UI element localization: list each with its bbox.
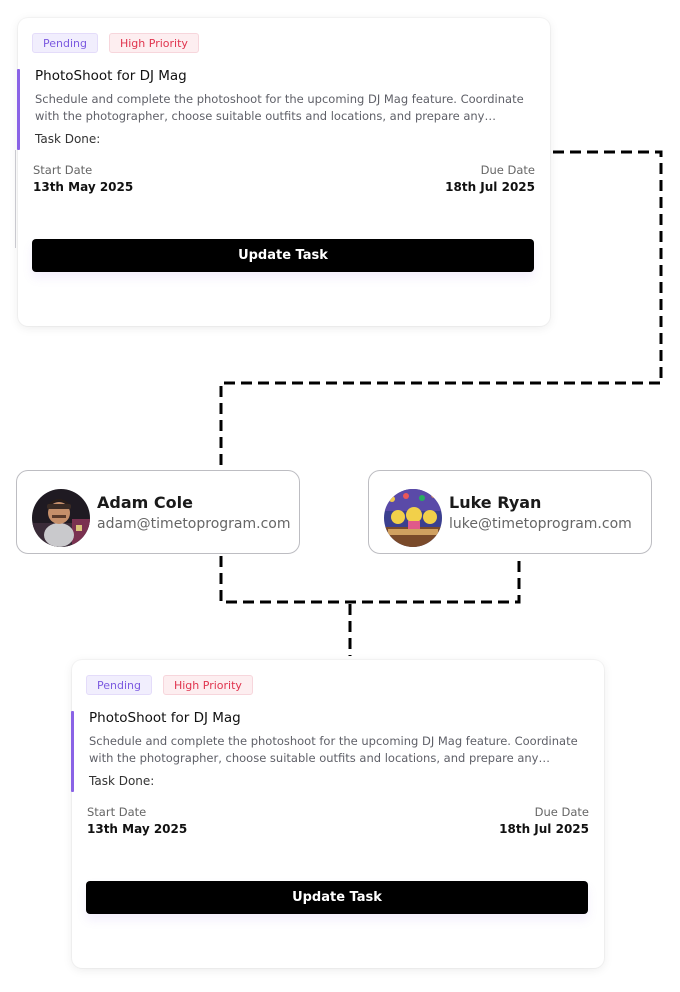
start-date-label: Start Date — [87, 805, 147, 819]
user-name: Adam Cole — [97, 493, 193, 512]
update-task-button[interactable]: Update Task — [32, 239, 534, 272]
task-title: PhotoShoot for DJ Mag — [35, 68, 187, 84]
avatar — [32, 489, 90, 547]
avatar — [384, 489, 442, 547]
due-date-label: Due Date — [480, 163, 535, 177]
due-date-value: 18th Jul 2025 — [445, 180, 535, 194]
cartoon-avatar-icon — [384, 489, 442, 547]
user-card-adam[interactable]: Adam Cole adam@timetoprogram.com — [16, 470, 300, 554]
due-date-label: Due Date — [534, 805, 589, 819]
task-description: Schedule and complete the photoshoot for… — [89, 734, 578, 765]
user-email: luke@timetoprogram.com — [449, 516, 632, 532]
task-done-label: Task Done: — [35, 132, 101, 146]
accent-bar — [17, 69, 20, 150]
status-badge: Pending — [32, 33, 98, 53]
due-date-value: 18th Jul 2025 — [499, 822, 589, 836]
accent-divider — [15, 150, 16, 248]
badge-row: Pending High Priority — [86, 675, 253, 695]
user-email: adam@timetoprogram.com — [97, 516, 291, 532]
start-date-value: 13th May 2025 — [87, 822, 188, 836]
task-title: PhotoShoot for DJ Mag — [89, 710, 241, 726]
start-date-label: Start Date — [33, 163, 93, 177]
task-done-label: Task Done: — [89, 774, 155, 788]
task-card: Pending High Priority PhotoShoot for DJ … — [71, 660, 604, 968]
status-badge: Pending — [86, 675, 152, 695]
task-description: Schedule and complete the photoshoot for… — [35, 92, 524, 123]
user-card-luke[interactable]: Luke Ryan luke@timetoprogram.com — [368, 470, 652, 554]
user-name: Luke Ryan — [449, 493, 542, 512]
priority-badge: High Priority — [162, 675, 253, 695]
start-date-value: 13th May 2025 — [33, 180, 134, 194]
update-task-button[interactable]: Update Task — [86, 881, 588, 914]
priority-badge: High Priority — [108, 33, 199, 53]
user-photo-icon — [32, 489, 90, 547]
accent-bar — [71, 711, 74, 792]
badge-row: Pending High Priority — [32, 33, 199, 53]
task-card: Pending High Priority PhotoShoot for DJ … — [15, 18, 550, 326]
